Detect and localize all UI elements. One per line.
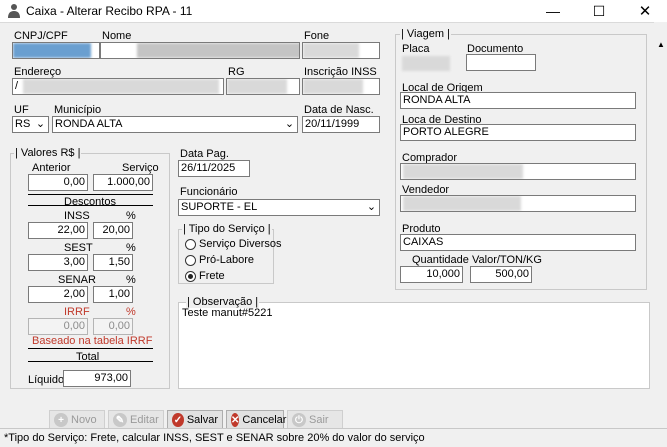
exit-icon: ⏻ [292, 413, 306, 427]
radio-servico-diversos[interactable]: Serviço Diversos [185, 238, 282, 250]
cnpj-label: CNPJ/CPF [14, 30, 68, 42]
chevron-up-icon: ▲ [657, 40, 665, 49]
irrf-pct-input: 0,00 [93, 318, 133, 335]
quantidade-label: Quantidade [412, 254, 469, 266]
window-title: Caixa - Alterar Recibo RPA - 11 [26, 4, 193, 18]
documento-input[interactable] [466, 54, 536, 71]
quantidade-input[interactable]: 10,000 [400, 266, 463, 283]
separator [28, 205, 153, 206]
edit-icon: ✎ [113, 413, 127, 427]
inss-pct-input[interactable]: 20,00 [93, 222, 133, 239]
uf-label: UF [14, 104, 29, 116]
municipio-select[interactable]: RONDA ALTA ⌄ [52, 116, 298, 133]
cnpj-input[interactable] [12, 42, 100, 59]
senar-input[interactable]: 2,00 [28, 286, 88, 303]
valor-ton-input[interactable]: 500,00 [470, 266, 532, 283]
cancel-icon: ✕ [231, 413, 240, 427]
liquido-label: Líquido [28, 374, 65, 386]
minimize-icon: — [546, 3, 560, 19]
servico-input[interactable]: 1.000,00 [93, 174, 153, 191]
inss-label: INSS [64, 210, 90, 222]
sest-label: SEST [64, 242, 93, 254]
endereco-label: Endereço [14, 66, 62, 78]
municipio-label: Município [54, 104, 102, 116]
descontos-label: Descontos [64, 196, 116, 208]
anterior-input[interactable]: 0,00 [28, 174, 88, 191]
maximize-icon: ☐ [592, 2, 606, 19]
valor-ton-label: Valor/TON/KG [472, 254, 542, 266]
radio-icon [185, 254, 196, 266]
sest-pct-input[interactable]: 1,50 [93, 254, 133, 271]
funcionario-select[interactable]: SUPORTE - EL ⌄ [178, 199, 380, 216]
liquido-input[interactable]: 973,00 [63, 370, 131, 387]
scrollbar[interactable]: ▲ [654, 22, 667, 407]
inscricao-input[interactable] [302, 78, 380, 95]
local-origem-input[interactable]: RONDA ALTA [400, 92, 636, 109]
cancelar-button[interactable]: ✕ Cancelar [226, 410, 286, 430]
tipo-servico-title: | Tipo do Serviço | [182, 223, 272, 235]
close-button[interactable]: ✕ [622, 0, 667, 22]
anterior-label: Anterior [32, 162, 71, 174]
rg-label: RG [228, 66, 245, 78]
uf-select[interactable]: RS ⌄ [12, 116, 49, 133]
chevron-down-icon: ⌄ [366, 201, 377, 213]
salvar-button[interactable]: ✓ Salvar [167, 410, 223, 430]
nome-label: Nome [102, 30, 132, 42]
data-pag-input[interactable]: 26/11/2025 [178, 160, 250, 177]
servico-label: Serviço [122, 162, 159, 174]
app-icon [6, 3, 22, 19]
data-nasc-input[interactable]: 20/11/1999 [302, 116, 380, 133]
radio-selected-icon [185, 270, 196, 282]
irrf-note: Baseado na tabela IRRF [32, 335, 153, 347]
local-destino-input[interactable]: PORTO ALEGRE [400, 124, 636, 141]
senar-pct-label: % [126, 274, 136, 286]
data-pag-label: Data Pag. [180, 148, 229, 160]
senar-pct-input[interactable]: 1,00 [93, 286, 133, 303]
close-icon: ✕ [638, 3, 652, 20]
sair-button[interactable]: ⏻ Sair [287, 410, 343, 430]
observacao-text: Teste manut#5221 [182, 307, 273, 319]
funcionario-label: Funcionário [180, 186, 238, 198]
placa-label: Placa [402, 43, 430, 55]
produto-input[interactable]: CAIXAS [400, 234, 636, 251]
radio-icon [185, 238, 196, 250]
chevron-down-icon: ⌄ [284, 118, 295, 130]
vendedor-input[interactable] [400, 195, 636, 212]
chevron-down-icon: ⌄ [35, 118, 46, 130]
separator [28, 348, 153, 349]
separator [28, 361, 153, 362]
radio-frete[interactable]: Frete [185, 270, 225, 282]
minimize-button[interactable]: — [530, 0, 576, 22]
fone-input[interactable] [302, 42, 380, 59]
maximize-button[interactable]: ☐ [576, 0, 622, 22]
inss-input[interactable]: 22,00 [28, 222, 88, 239]
inscricao-label: Inscrição INSS [304, 66, 377, 78]
sest-pct-label: % [126, 242, 136, 254]
separator [28, 194, 153, 195]
status-text: *Tipo do Serviço: Frete, calcular INSS, … [4, 432, 425, 444]
radio-pro-labore[interactable]: Pró-Labore [185, 254, 254, 266]
status-bar: *Tipo do Serviço: Frete, calcular INSS, … [0, 428, 667, 447]
editar-button[interactable]: ✎ Editar [108, 410, 164, 430]
inss-pct-label: % [126, 210, 136, 222]
check-icon: ✓ [172, 413, 184, 427]
add-icon: + [54, 413, 68, 427]
senar-label: SENAR [58, 274, 96, 286]
endereco-input[interactable]: / [12, 78, 224, 95]
irrf-input: 0,00 [28, 318, 88, 335]
irrf-pct-label: % [126, 306, 136, 318]
novo-button[interactable]: + Novo [49, 410, 105, 430]
data-nasc-label: Data de Nasc. [304, 104, 374, 116]
comprador-input[interactable] [400, 163, 636, 180]
sest-input[interactable]: 3,00 [28, 254, 88, 271]
irrf-label: IRRF [64, 306, 90, 318]
valores-group-title: | Valores R$ | [14, 147, 82, 159]
rg-input[interactable] [226, 78, 300, 95]
fone-label: Fone [304, 30, 330, 42]
viagem-title: | Viagem | [400, 28, 451, 40]
nome-input[interactable] [100, 42, 300, 59]
placa-value[interactable] [402, 56, 452, 71]
